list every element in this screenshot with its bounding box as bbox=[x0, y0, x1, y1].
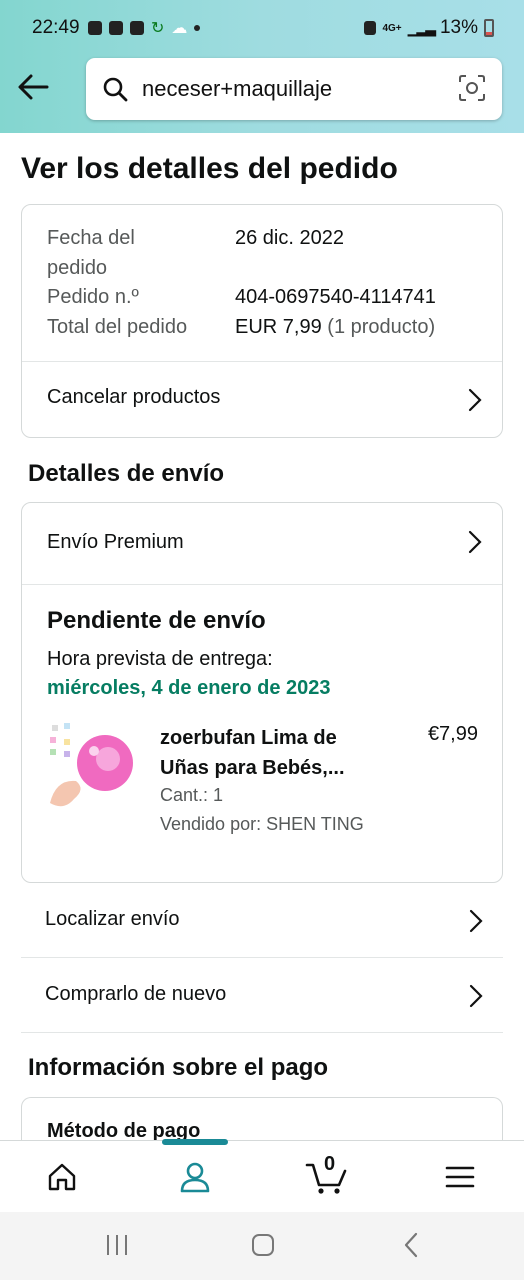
shipping-section-title: Detalles de envío bbox=[28, 460, 225, 487]
refresh-icon: ↻ bbox=[151, 20, 165, 37]
system-nav-bar bbox=[0, 1212, 524, 1280]
order-date-label-2: pedido bbox=[47, 257, 108, 279]
shipping-method-label: Envío Premium bbox=[47, 531, 184, 553]
home-icon bbox=[48, 1163, 76, 1191]
product-price: €7,99 bbox=[427, 723, 478, 745]
bottom-nav: 0 bbox=[0, 1140, 524, 1212]
product-name-line2: Uñas para Bebés,... bbox=[160, 757, 345, 779]
order-summary-card: Fecha del pedido 26 dic. 2022 Pedido n.º… bbox=[21, 204, 503, 438]
order-total-label: Total del pedido bbox=[47, 316, 188, 338]
nav-menu[interactable] bbox=[438, 1155, 482, 1199]
signal-icon: ▁▂▃ bbox=[407, 19, 436, 36]
divider bbox=[22, 584, 502, 585]
chevron-right-icon bbox=[468, 530, 482, 554]
chevron-right-icon bbox=[469, 984, 483, 1008]
page-title: Ver los detalles del pedido bbox=[21, 152, 398, 185]
nav-account[interactable] bbox=[173, 1155, 217, 1199]
notification-icons: ↻ ☁ bbox=[88, 18, 201, 38]
search-input[interactable]: neceser+maquillaje bbox=[142, 76, 332, 102]
order-number-label: Pedido n.º bbox=[47, 286, 139, 308]
track-shipment-row[interactable]: Localizar envío bbox=[21, 884, 503, 958]
product-seller: Vendido por: SHEN TING bbox=[160, 814, 364, 834]
order-date-value: 26 dic. 2022 bbox=[235, 227, 344, 249]
back-button-icon[interactable] bbox=[398, 1232, 424, 1258]
cart-count-badge: 0 bbox=[324, 1153, 336, 1175]
eta-label: Hora prevista de entrega: bbox=[47, 648, 273, 670]
nav-home[interactable] bbox=[40, 1155, 84, 1199]
search-bar[interactable]: neceser+maquillaje bbox=[86, 58, 502, 120]
product-quantity: Cant.: 1 bbox=[160, 785, 224, 805]
shipping-method-row[interactable]: Envío Premium bbox=[22, 503, 502, 584]
battery-icon bbox=[484, 19, 494, 37]
product-thumbnail[interactable] bbox=[46, 719, 140, 815]
cancel-products-label: Cancelar productos bbox=[47, 386, 221, 408]
shipment-status: Pendiente de envío bbox=[47, 607, 266, 634]
cloud-upload-icon: ☁ bbox=[171, 20, 188, 37]
nav-cart[interactable]: 0 bbox=[302, 1153, 352, 1199]
status-right: 4G+ ▁▂▃ 13% bbox=[364, 17, 494, 39]
eta-date: miércoles, 4 de enero de 2023 bbox=[47, 677, 331, 699]
shipment-card: Envío Premium Pendiente de envío Hora pr… bbox=[21, 502, 503, 883]
search-icon bbox=[103, 77, 128, 102]
more-notifications-icon bbox=[194, 25, 201, 31]
order-date-label: Fecha del bbox=[47, 227, 135, 249]
track-shipment-label: Localizar envío bbox=[45, 908, 180, 930]
recent-apps-icon[interactable] bbox=[104, 1232, 130, 1258]
status-bar: 22:49 ↻ ☁ 4G+ ▁▂▃ 13% bbox=[0, 0, 524, 56]
order-total-value: EUR 7,99 (1 producto) bbox=[235, 316, 435, 339]
nav-active-indicator bbox=[162, 1139, 228, 1145]
order-total-count: (1 producto) bbox=[327, 316, 436, 338]
chevron-right-icon bbox=[469, 909, 483, 933]
alert-icon bbox=[88, 21, 102, 35]
check-icon bbox=[109, 21, 123, 35]
menu-icon bbox=[445, 1166, 475, 1188]
home-button-icon[interactable] bbox=[250, 1232, 276, 1258]
payment-section-title: Información sobre el pago bbox=[28, 1054, 329, 1081]
network-type: 4G+ bbox=[382, 22, 402, 34]
order-number-value: 404-0697540-4114741 bbox=[235, 286, 436, 308]
product-name[interactable]: zoerbufan Lima de Uñas para Bebés,... bbox=[160, 723, 390, 783]
user-icon bbox=[180, 1162, 210, 1193]
buy-again-label: Comprarlo de nuevo bbox=[45, 983, 227, 1005]
cancel-products-row[interactable]: Cancelar productos bbox=[22, 362, 502, 438]
product-name-line1: zoerbufan Lima de bbox=[160, 727, 337, 749]
order-total-amount: EUR 7,99 bbox=[235, 316, 322, 338]
buy-again-row[interactable]: Comprarlo de nuevo bbox=[21, 959, 503, 1033]
chevron-right-icon bbox=[468, 388, 482, 412]
camera-search-icon[interactable] bbox=[458, 74, 486, 102]
lock-icon bbox=[364, 21, 377, 35]
battery-percent: 13% bbox=[439, 17, 478, 38]
back-arrow-icon[interactable] bbox=[16, 70, 50, 104]
status-time: 22:49 bbox=[32, 17, 80, 38]
image-icon bbox=[130, 21, 144, 35]
